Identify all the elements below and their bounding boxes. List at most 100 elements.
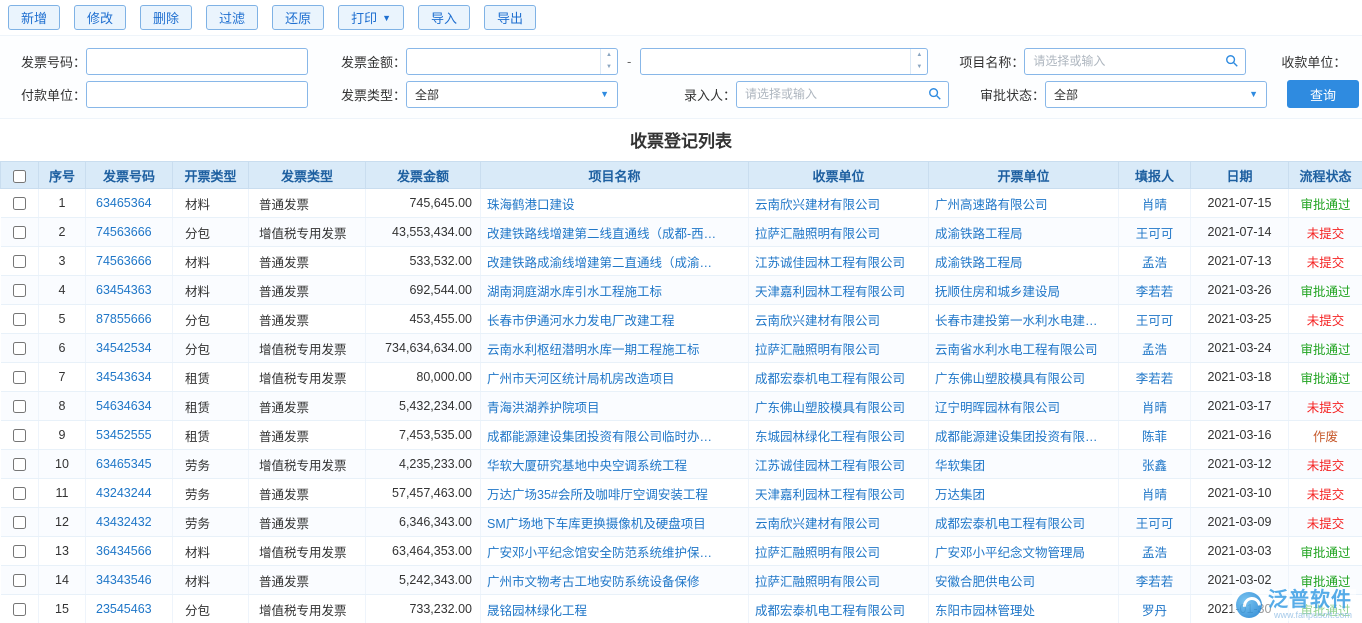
project-name-link[interactable]: 云南水利枢纽潜明水库一期工程施工标 bbox=[487, 343, 700, 357]
filler-link[interactable]: 李若若 bbox=[1136, 575, 1174, 589]
row-checkbox[interactable] bbox=[13, 516, 26, 529]
receipt-unit-link[interactable]: 拉萨汇融照明有限公司 bbox=[755, 227, 880, 241]
search-button[interactable]: 查询 bbox=[1287, 80, 1359, 108]
row-checkbox[interactable] bbox=[13, 342, 26, 355]
row-checkbox[interactable] bbox=[13, 226, 26, 239]
receipt-unit-link[interactable]: 云南欣兴建材有限公司 bbox=[755, 198, 880, 212]
receipt-unit-link[interactable]: 广东佛山塑胶模具有限公司 bbox=[755, 401, 905, 415]
receipt-unit-link[interactable]: 天津嘉利园林工程有限公司 bbox=[755, 488, 905, 502]
billing-unit-link[interactable]: 广州高速路有限公司 bbox=[935, 198, 1048, 212]
filler-link[interactable]: 孟浩 bbox=[1142, 256, 1167, 270]
invoice-number-link[interactable]: 87855666 bbox=[96, 312, 152, 326]
row-checkbox[interactable] bbox=[13, 487, 26, 500]
edit-button[interactable]: 修改 bbox=[74, 5, 126, 30]
row-checkbox[interactable] bbox=[13, 255, 26, 268]
amount-from-stepper[interactable]: ▲▼ bbox=[600, 49, 617, 74]
filler-link[interactable]: 王可可 bbox=[1136, 227, 1174, 241]
receipt-unit-link[interactable]: 云南欣兴建材有限公司 bbox=[755, 517, 880, 531]
filler-link[interactable]: 孟浩 bbox=[1142, 343, 1167, 357]
invoice-number-link[interactable]: 63465364 bbox=[96, 196, 152, 210]
filler-link[interactable]: 孟浩 bbox=[1142, 546, 1167, 560]
billing-unit-link[interactable]: 成都宏泰机电工程有限公司 bbox=[935, 517, 1085, 531]
billing-unit-link[interactable]: 云南省水利水电工程有限公司 bbox=[935, 343, 1098, 357]
invoice-number-link[interactable]: 34542534 bbox=[96, 341, 152, 355]
billing-unit-link[interactable]: 长春市建投第一水利水电建… bbox=[935, 314, 1098, 328]
search-icon[interactable] bbox=[1225, 54, 1239, 71]
project-name-link[interactable]: 广州市天河区统计局机房改造项目 bbox=[487, 372, 675, 386]
receipt-unit-link[interactable]: 江苏诚佳园林工程有限公司 bbox=[755, 256, 905, 270]
receipt-unit-link[interactable]: 拉萨汇融照明有限公司 bbox=[755, 343, 880, 357]
invoice-type-select[interactable]: 全部 ▼ bbox=[406, 81, 618, 108]
row-checkbox[interactable] bbox=[13, 284, 26, 297]
print-button[interactable]: 打印▼ bbox=[338, 5, 404, 30]
filler-link[interactable]: 陈菲 bbox=[1142, 430, 1167, 444]
project-name-link[interactable]: 长春市伊通河水力发电厂改建工程 bbox=[487, 314, 675, 328]
row-checkbox[interactable] bbox=[13, 197, 26, 210]
invoice-number-link[interactable]: 43432432 bbox=[96, 515, 152, 529]
receipt-unit-link[interactable]: 东城园林绿化工程有限公司 bbox=[755, 430, 905, 444]
project-name-link[interactable]: 珠海鹤港口建设 bbox=[487, 198, 575, 212]
search-icon[interactable] bbox=[928, 87, 942, 104]
billing-unit-link[interactable]: 万达集团 bbox=[935, 488, 985, 502]
project-name-link[interactable]: 晟铭园林绿化工程 bbox=[487, 604, 587, 618]
invoice-number-link[interactable]: 36434566 bbox=[96, 544, 152, 558]
receipt-unit-link[interactable]: 天津嘉利园林工程有限公司 bbox=[755, 285, 905, 299]
receipt-unit-link[interactable]: 江苏诚佳园林工程有限公司 bbox=[755, 459, 905, 473]
receipt-unit-link[interactable]: 成都宏泰机电工程有限公司 bbox=[755, 604, 905, 618]
invoice-number-link[interactable]: 53452555 bbox=[96, 428, 152, 442]
invoice-number-link[interactable]: 54634634 bbox=[96, 399, 152, 413]
project-name-link[interactable]: 华软大厦研究基地中央空调系统工程 bbox=[487, 459, 687, 473]
billing-unit-link[interactable]: 抚顺住房和城乡建设局 bbox=[935, 285, 1060, 299]
project-name-link[interactable]: 湖南洞庭湖水库引水工程施工标 bbox=[487, 285, 662, 299]
row-checkbox[interactable] bbox=[13, 603, 26, 616]
project-name-link[interactable]: 万达广场35#会所及咖啡厅空调安装工程 bbox=[487, 488, 708, 502]
billing-unit-link[interactable]: 东阳市园林管理处 bbox=[935, 604, 1035, 618]
restore-button[interactable]: 还原 bbox=[272, 5, 324, 30]
row-checkbox[interactable] bbox=[13, 458, 26, 471]
project-name-link[interactable]: SM广场地下车库更换摄像机及硬盘项目 bbox=[487, 517, 706, 531]
filler-link[interactable]: 王可可 bbox=[1136, 517, 1174, 531]
project-name-link[interactable]: 改建铁路线增建第二线直通线（成都-西… bbox=[487, 227, 716, 241]
invoice-number-link[interactable]: 74563666 bbox=[96, 225, 152, 239]
filler-link[interactable]: 张鑫 bbox=[1142, 459, 1167, 473]
invoice-number-link[interactable]: 34543634 bbox=[96, 370, 152, 384]
approval-status-select[interactable]: 全部 ▼ bbox=[1045, 81, 1267, 108]
import-button[interactable]: 导入 bbox=[418, 5, 470, 30]
row-checkbox[interactable] bbox=[13, 313, 26, 326]
project-name-link[interactable]: 广安邓小平纪念馆安全防范系统维护保… bbox=[487, 546, 712, 560]
receipt-unit-link[interactable]: 成都宏泰机电工程有限公司 bbox=[755, 372, 905, 386]
filler-link[interactable]: 李若若 bbox=[1136, 285, 1174, 299]
export-button[interactable]: 导出 bbox=[484, 5, 536, 30]
receipt-unit-link[interactable]: 云南欣兴建材有限公司 bbox=[755, 314, 880, 328]
invoice-number-link[interactable]: 63454363 bbox=[96, 283, 152, 297]
billing-unit-link[interactable]: 成渝铁路工程局 bbox=[935, 256, 1023, 270]
row-checkbox[interactable] bbox=[13, 400, 26, 413]
row-checkbox[interactable] bbox=[13, 429, 26, 442]
billing-unit-link[interactable]: 成渝铁路工程局 bbox=[935, 227, 1023, 241]
row-checkbox[interactable] bbox=[13, 545, 26, 558]
invoice-number-input[interactable] bbox=[86, 48, 308, 75]
payment-unit-input[interactable] bbox=[86, 81, 308, 108]
invoice-number-link[interactable]: 34343546 bbox=[96, 573, 152, 587]
project-name-input[interactable] bbox=[1024, 48, 1246, 75]
invoice-number-link[interactable]: 43243244 bbox=[96, 486, 152, 500]
invoice-number-link[interactable]: 74563666 bbox=[96, 254, 152, 268]
billing-unit-link[interactable]: 广东佛山塑胶模具有限公司 bbox=[935, 372, 1085, 386]
amount-to-stepper[interactable]: ▲▼ bbox=[910, 49, 927, 74]
invoice-number-link[interactable]: 23545463 bbox=[96, 602, 152, 616]
filler-link[interactable]: 罗丹 bbox=[1142, 604, 1167, 618]
billing-unit-link[interactable]: 广安邓小平纪念文物管理局 bbox=[935, 546, 1085, 560]
amount-to-input[interactable] bbox=[640, 48, 928, 75]
add-button[interactable]: 新增 bbox=[8, 5, 60, 30]
filter-button[interactable]: 过滤 bbox=[206, 5, 258, 30]
project-name-link[interactable]: 广州市文物考古工地安防系统设备保修 bbox=[487, 575, 700, 589]
billing-unit-link[interactable]: 成都能源建设集团投资有限… bbox=[935, 430, 1098, 444]
invoice-number-link[interactable]: 63465345 bbox=[96, 457, 152, 471]
entry-person-input[interactable] bbox=[736, 81, 949, 108]
filler-link[interactable]: 肖晴 bbox=[1142, 488, 1167, 502]
filler-link[interactable]: 王可可 bbox=[1136, 314, 1174, 328]
row-checkbox[interactable] bbox=[13, 574, 26, 587]
row-checkbox[interactable] bbox=[13, 371, 26, 384]
filler-link[interactable]: 李若若 bbox=[1136, 372, 1174, 386]
delete-button[interactable]: 删除 bbox=[140, 5, 192, 30]
